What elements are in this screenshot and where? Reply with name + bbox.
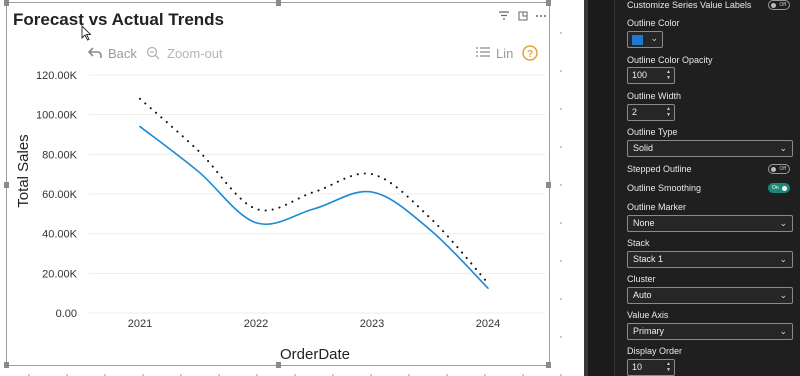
y-tick-label: 0.00: [56, 308, 77, 320]
chevron-down-icon: ⌄: [779, 254, 787, 264]
chevron-down-icon: ⌄: [779, 218, 787, 228]
y-tick-label: 40.00K: [42, 229, 78, 241]
display-order-input[interactable]: 10 ▲ ▼: [627, 359, 675, 376]
toggle-knob: [771, 167, 776, 172]
outline-type-dropdown[interactable]: Solid ⌄: [627, 140, 793, 157]
outline-width-input[interactable]: 2 ▲ ▼: [627, 104, 675, 121]
x-tick-label: 2023: [360, 318, 384, 330]
customize-series-toggle-text: Off: [779, 2, 786, 8]
chevron-down-icon: ⌄: [779, 143, 787, 153]
x-tick-label: 2022: [244, 318, 268, 330]
outline-type-label: Outline Type: [627, 127, 678, 137]
y-axis-title: Total Sales: [15, 134, 32, 207]
outline-smoothing-label: Outline Smoothing: [627, 183, 702, 193]
toggle-knob: [771, 3, 776, 8]
display-order-label: Display Order: [627, 346, 683, 356]
customize-series-label: Customize Series Value Labels: [627, 0, 752, 10]
outline-marker-dropdown[interactable]: None ⌄: [627, 215, 793, 232]
stepper-arrows-icon[interactable]: ▲ ▼: [666, 361, 671, 373]
outline-color-label: Outline Color: [627, 18, 680, 28]
outline-color-picker[interactable]: ⌄: [627, 31, 663, 48]
mouse-cursor-icon: [81, 25, 92, 41]
outline-smoothing-toggle[interactable]: On: [768, 183, 790, 193]
outline-smoothing-toggle-text: On: [772, 185, 779, 191]
resize-handle[interactable]: [4, 182, 9, 188]
chevron-down-icon: ⌄: [650, 33, 658, 43]
outline-opacity-value: 100: [632, 70, 648, 80]
value-axis-value: Primary: [633, 326, 664, 336]
cluster-label: Cluster: [627, 274, 656, 284]
stepper-arrows-icon[interactable]: ▲ ▼: [666, 69, 671, 81]
y-tick-label: 120.00K: [36, 70, 78, 82]
value-axis-dropdown[interactable]: Primary ⌄: [627, 323, 793, 340]
chevron-down-icon: ⌄: [779, 326, 787, 336]
cluster-dropdown[interactable]: Auto ⌄: [627, 287, 793, 304]
y-tick-label: 80.00K: [42, 149, 78, 161]
resize-handle[interactable]: [4, 0, 9, 6]
y-tick-label: 60.00K: [42, 189, 78, 201]
stack-label: Stack: [627, 238, 650, 248]
stack-dropdown[interactable]: Stack 1 ⌄: [627, 251, 793, 268]
stepped-outline-toggle[interactable]: Off: [768, 164, 790, 174]
x-tick-label: 2024: [476, 318, 500, 330]
resize-handle[interactable]: [546, 362, 551, 368]
display-order-value: 10: [632, 362, 643, 372]
chart-plot-area: 0.00 20.00K 40.00K 60.00K 80.00K 100.00K 120.0…: [15, 70, 545, 363]
stepper-arrows-icon[interactable]: ▲ ▼: [666, 106, 671, 118]
pane-divider: [584, 0, 614, 376]
outline-opacity-label: Outline Color Opacity: [627, 55, 713, 65]
line-chart-visual[interactable]: Forecast vs Actual Trends Back Zoom-out …: [4, 0, 551, 368]
outline-marker-label: Outline Marker: [627, 202, 687, 212]
outline-opacity-input[interactable]: 100 ▲ ▼: [627, 67, 675, 84]
stack-value: Stack 1: [633, 254, 664, 264]
toggle-knob: [782, 186, 787, 191]
x-axis-title: OrderDate: [280, 346, 350, 363]
outline-width-value: 2: [632, 107, 638, 117]
y-tick-label: 20.00K: [42, 268, 78, 280]
cluster-value: Auto: [633, 290, 652, 300]
chevron-down-icon: ⌄: [779, 290, 787, 300]
y-tick-label: 100.00K: [36, 110, 78, 122]
color-swatch: [632, 35, 643, 45]
actual-series-line: [139, 125, 489, 290]
x-tick-label: 2021: [128, 318, 152, 330]
customize-series-toggle[interactable]: Off: [768, 0, 790, 10]
outline-width-label: Outline Width: [627, 91, 682, 101]
resize-handle[interactable]: [276, 362, 281, 368]
value-axis-label: Value Axis: [627, 310, 669, 320]
forecast-series-line: [139, 97, 489, 285]
resize-handle[interactable]: [276, 0, 281, 6]
pane-divider-line[interactable]: [584, 0, 588, 376]
resize-handle[interactable]: [4, 362, 9, 368]
outline-type-value: Solid: [633, 143, 654, 153]
resize-handle[interactable]: [546, 0, 551, 6]
stepped-outline-label: Stepped Outline: [627, 164, 692, 174]
outline-marker-value: None: [633, 218, 655, 228]
y-axis: 0.00 20.00K 40.00K 60.00K 80.00K 100.00K 120.0…: [36, 70, 78, 320]
x-axis: 2021 2022 2023 2024: [128, 318, 500, 330]
stepped-outline-toggle-text: Off: [779, 166, 786, 172]
format-pane: Customize Series Value Labels Off Outlin…: [614, 0, 800, 376]
resize-handle[interactable]: [546, 182, 551, 188]
